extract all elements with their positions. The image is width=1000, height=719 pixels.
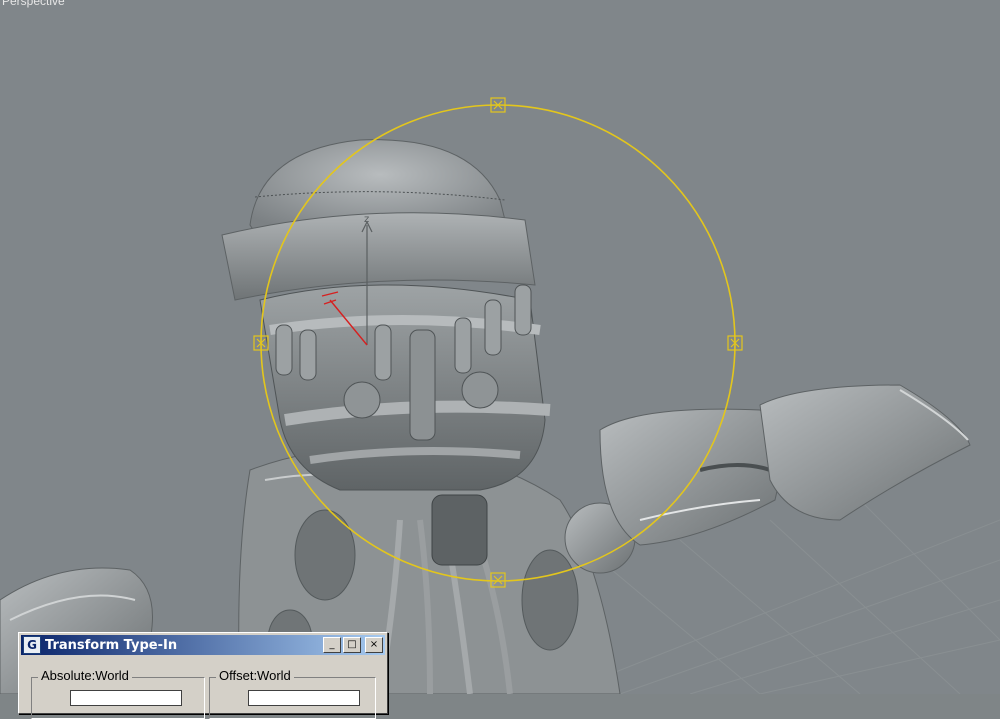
app-logo-icon: G — [23, 636, 41, 654]
right-arm-mesh — [564, 384, 971, 574]
absolute-world-group: Absolute:World — [31, 668, 205, 719]
robot-head-mesh — [221, 139, 551, 491]
close-button[interactable]: × — [365, 637, 383, 653]
absolute-world-label: Absolute:World — [38, 668, 132, 683]
offset-world-label: Offset:World — [216, 668, 294, 683]
maximize-button[interactable]: □ — [343, 637, 361, 653]
absolute-x-field[interactable] — [70, 690, 182, 706]
dialog-title: Transform Type-In — [45, 637, 178, 653]
minimize-button[interactable]: _ — [323, 637, 341, 653]
offset-world-group: Offset:World — [209, 668, 376, 719]
transform-type-in-dialog[interactable]: G Transform Type-In _ □ × Absolute:World… — [18, 632, 388, 719]
offset-x-field[interactable] — [248, 690, 360, 706]
gizmo-axis-label: z — [364, 214, 369, 225]
scene-canvas[interactable]: z — [0, 0, 1000, 694]
dialog-titlebar[interactable]: G Transform Type-In _ □ × — [21, 635, 385, 655]
perspective-viewport[interactable]: Perspective z — [0, 0, 1000, 694]
window-controls: _ □ × — [321, 637, 383, 653]
